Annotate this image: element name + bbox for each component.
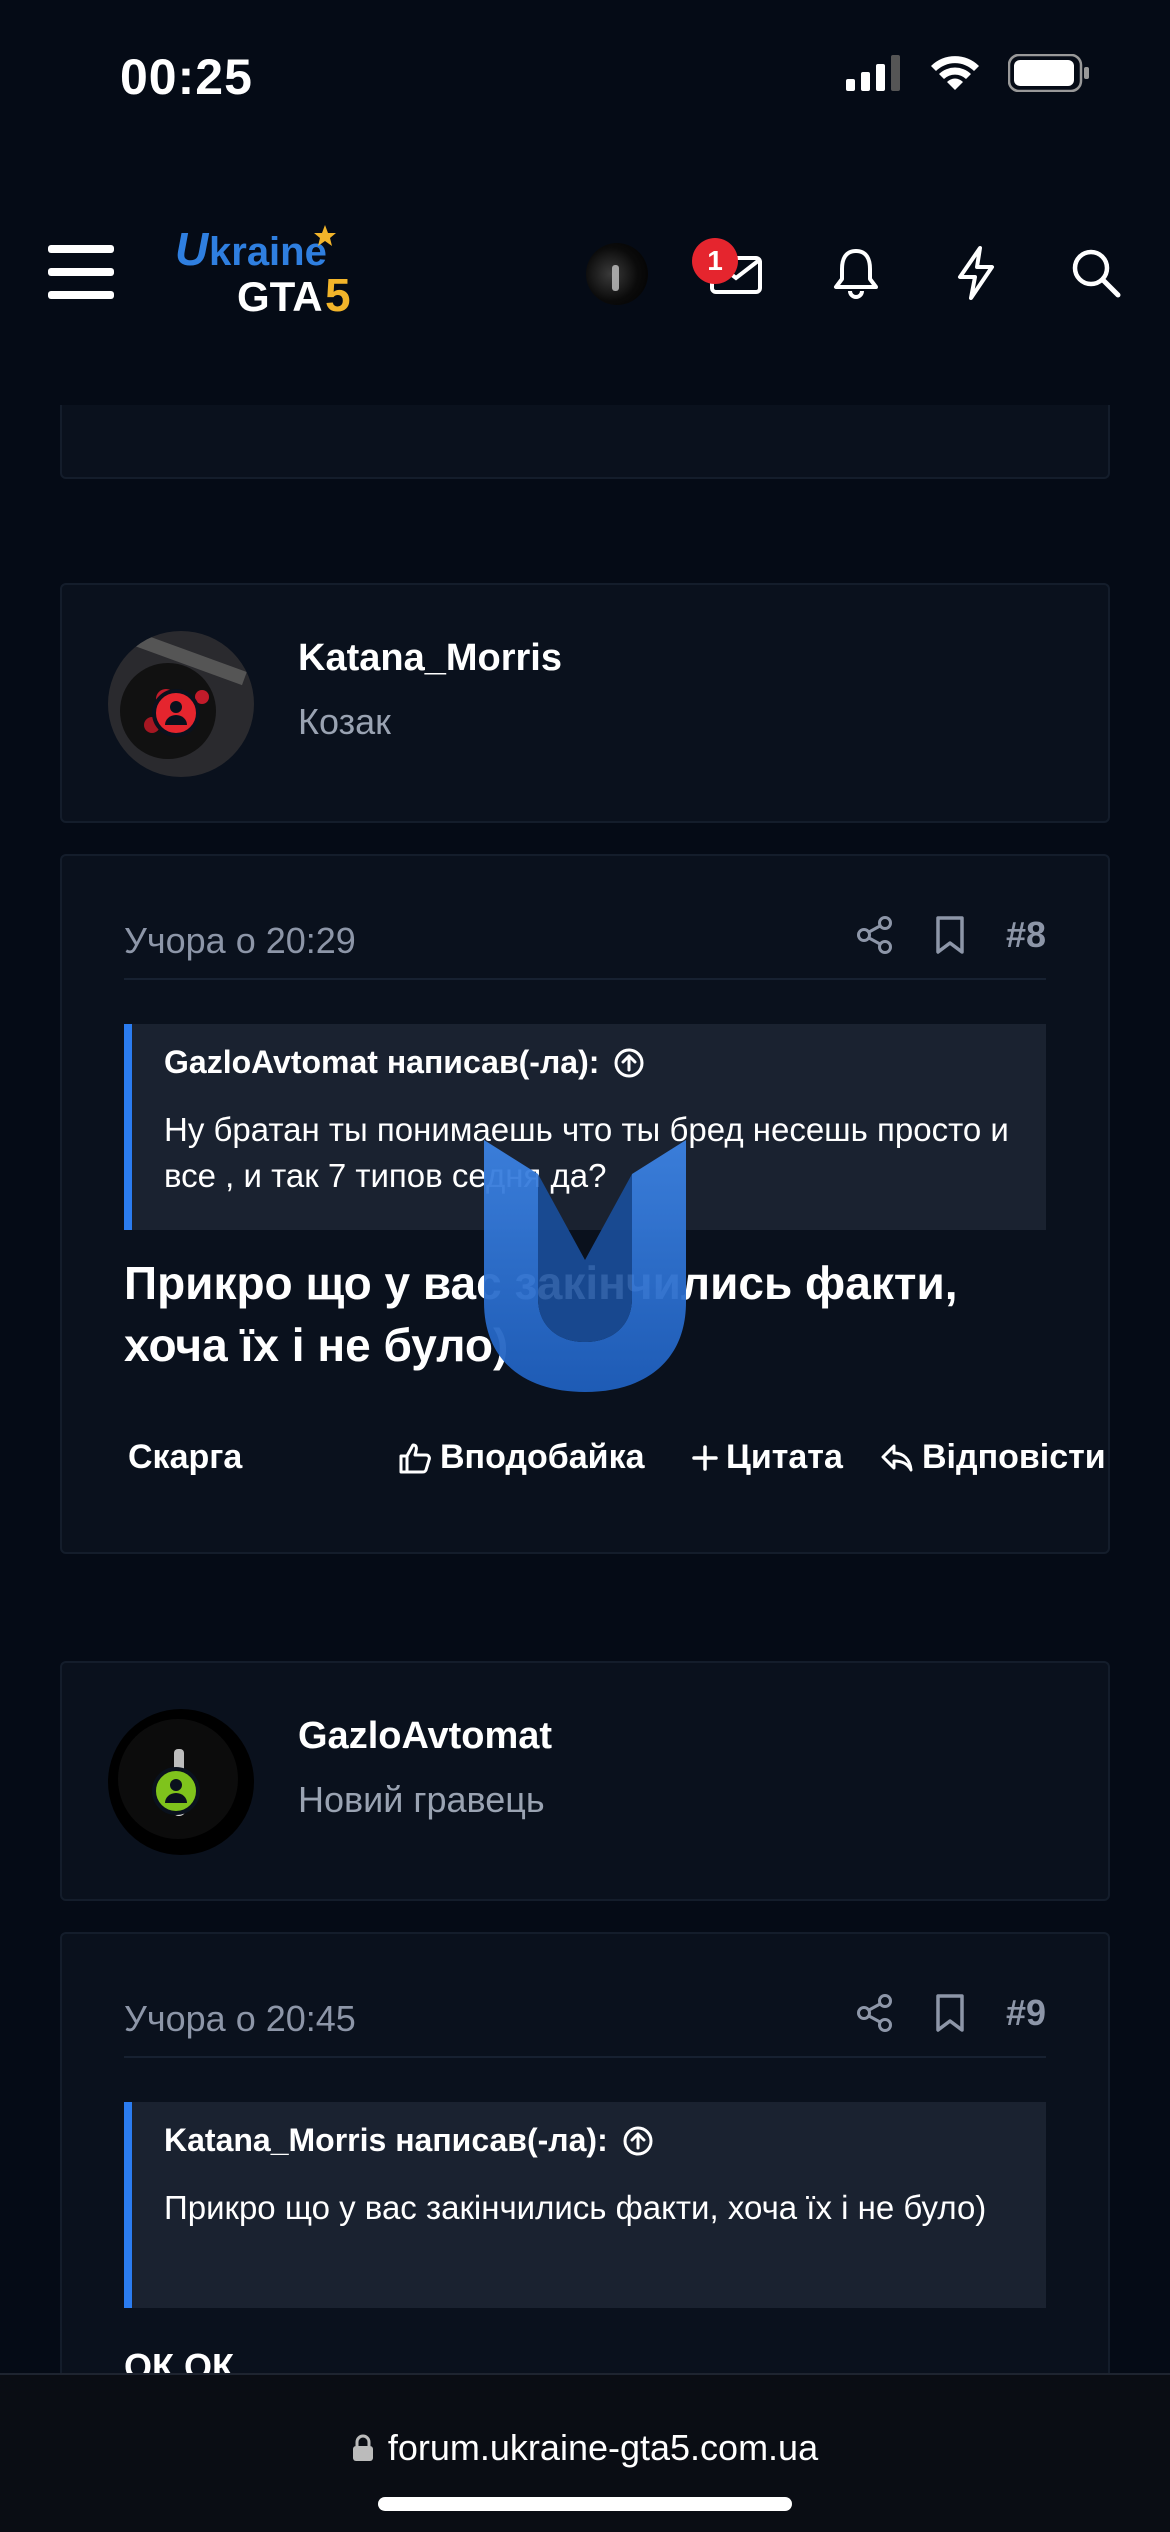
status-icons xyxy=(846,54,1090,92)
plus-icon xyxy=(692,1444,718,1471)
quote-author[interactable]: Katana_Morris написав(-ла): xyxy=(164,2122,1014,2159)
signal-icon xyxy=(846,55,900,91)
search-icon[interactable] xyxy=(1066,243,1126,303)
lock-icon xyxy=(352,2434,373,2461)
bookmark-icon[interactable] xyxy=(934,915,966,955)
notification-badge: 1 xyxy=(692,238,738,284)
reply-label: Відповісти xyxy=(922,1438,1106,1476)
post-author-card: Katana_Morris Козак xyxy=(60,583,1110,823)
watermark-logo-icon xyxy=(484,1140,686,1392)
post-card: Учора о 20:45 #9 Katana_Morris написав(-… xyxy=(60,1932,1110,2392)
status-bar: 00:25 xyxy=(0,0,1170,150)
author-name[interactable]: Katana_Morris xyxy=(298,637,562,680)
arrow-up-circle-icon[interactable] xyxy=(613,1047,645,1079)
svg-text:GTA: GTA xyxy=(237,273,323,320)
url-text: forum.ukraine-gta5.com.ua xyxy=(387,2427,819,2468)
post-date[interactable]: Учора о 20:29 xyxy=(124,920,356,962)
address-bar[interactable]: forum.ukraine-gta5.com.ua xyxy=(0,2427,1170,2469)
wifi-icon xyxy=(931,56,979,90)
status-time: 00:25 xyxy=(120,49,253,105)
thumbs-up-icon xyxy=(399,1443,431,1473)
reply-icon xyxy=(881,1444,913,1471)
post-number[interactable]: #9 xyxy=(1006,1992,1046,2034)
quote-author[interactable]: GazloAvtomat написав(-ла): xyxy=(164,1044,1014,1081)
quote-label: Цитата xyxy=(726,1438,843,1476)
site-logo[interactable]: U kraine GTA 5 xyxy=(175,215,405,325)
report-label: Скарга xyxy=(128,1438,243,1476)
quote-text: Прикро що у вас закінчились факти, хоча … xyxy=(164,2189,987,2226)
svg-text:5: 5 xyxy=(325,269,351,321)
post-author-card: GazloAvtomat Новий гравець xyxy=(60,1661,1110,1901)
svg-text:U: U xyxy=(175,223,210,275)
report-button[interactable]: Скарга xyxy=(128,1438,242,1477)
share-icon[interactable] xyxy=(856,1993,894,2033)
post-number[interactable]: #8 xyxy=(1006,914,1046,956)
author-name[interactable]: GazloAvtomat xyxy=(298,1715,552,1758)
status-badge xyxy=(152,689,200,737)
svg-text:kraine: kraine xyxy=(209,230,327,274)
post-footer: Скарга Вподобайка Цитата Відповісти xyxy=(124,1438,1106,1498)
user-avatar-small[interactable] xyxy=(586,243,648,305)
post-actions-top: #8 xyxy=(856,914,1046,956)
user-icon xyxy=(165,1779,187,1803)
lightning-icon[interactable] xyxy=(946,243,1006,303)
bookmark-icon[interactable] xyxy=(934,1993,966,2033)
status-badge xyxy=(152,1767,200,1815)
share-icon[interactable] xyxy=(856,915,894,955)
user-icon xyxy=(165,701,187,725)
author-role: Козак xyxy=(298,701,391,742)
like-button[interactable]: Вподобайка xyxy=(398,1438,645,1477)
arrow-up-circle-icon[interactable] xyxy=(622,2125,654,2157)
battery-icon xyxy=(1008,54,1089,92)
author-role: Новий гравець xyxy=(298,1779,545,1820)
post-meta: Учора о 20:45 #9 xyxy=(124,1992,1046,2058)
post-actions-top: #9 xyxy=(856,1992,1046,2034)
post-date[interactable]: Учора о 20:45 xyxy=(124,1998,356,2040)
quote-author-label: GazloAvtomat написав(-ла): xyxy=(164,1044,600,1080)
quote-block: Katana_Morris написав(-ла): Прикро що у … xyxy=(124,2102,1046,2308)
menu-icon[interactable] xyxy=(48,245,114,299)
header: U kraine GTA 5 1 xyxy=(0,195,1170,355)
quote-author-label: Katana_Morris написав(-ла): xyxy=(164,2122,608,2158)
home-indicator[interactable] xyxy=(378,2497,792,2511)
previous-post-card xyxy=(60,405,1110,479)
post-meta: Учора о 20:29 #8 xyxy=(124,914,1046,980)
bell-icon[interactable] xyxy=(826,243,886,303)
browser-bottom-bar: forum.ukraine-gta5.com.ua xyxy=(0,2373,1170,2532)
quote-button[interactable]: Цитата xyxy=(692,1438,843,1477)
reply-button[interactable]: Відповісти xyxy=(880,1438,1106,1477)
like-label: Вподобайка xyxy=(440,1438,645,1476)
